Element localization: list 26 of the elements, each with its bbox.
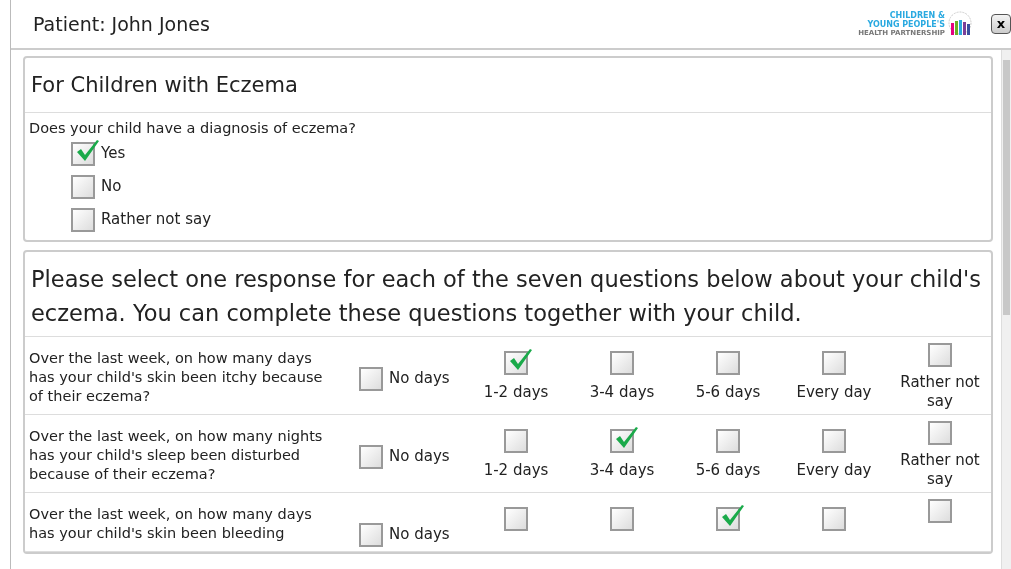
question-text: Over the last week, on how many days has your child's skin been bleeding [29,504,313,543]
question-text: Over the last week, on how many nights has your child's sleep been disturbed because of their eczema? [29,426,324,484]
section-heading: For Children with Eczema [25,58,991,113]
window-title: Patient: John Jones [33,11,211,37]
option-label: Yes [101,143,126,165]
option-label: No days [389,524,450,546]
question-text: Over the last week, on how many days has your child's skin been itchy because of their eczema? [29,348,324,406]
option-label: 1-2 days [483,460,549,480]
option-label: 3-4 days [589,382,655,402]
option-label: 5-6 days [695,382,761,402]
option-label: Rather not say [101,209,212,231]
option-label: Every day [796,460,872,480]
option-label: Every day [796,382,872,402]
option-label: Rather not say [899,372,981,411]
option-label: No days [389,368,450,390]
close-button[interactable]: x [991,14,1011,34]
option-label: Rather not say [899,450,981,489]
option-label: 3-4 days [589,460,655,480]
logo-text: YOUNG PEOPLE'S [866,19,945,29]
option-label: No [101,176,122,198]
instructions-text: Please select one response for each of the seven questions below about your child's eczema. You can complete these questions together with your child. [25,251,991,337]
option-label: No days [389,446,450,468]
question-text: Does your child have a diagnosis of eczema? [29,118,357,138]
option-label: 5-6 days [695,460,761,480]
option-label: 1-2 days [483,382,549,402]
logo-text: CHILDREN & [888,10,945,20]
